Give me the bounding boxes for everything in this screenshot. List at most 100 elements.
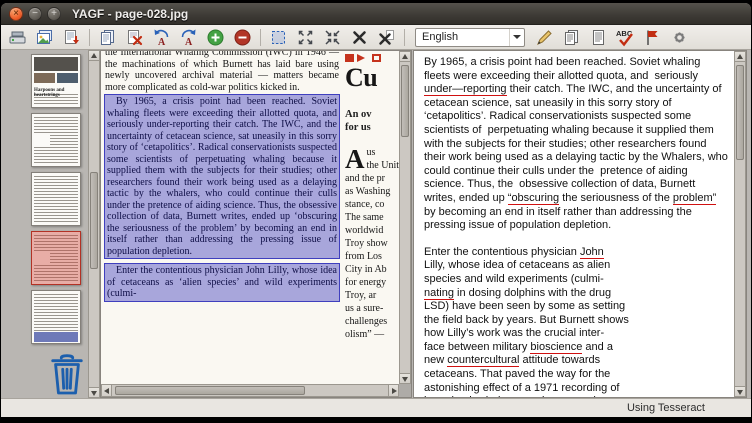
statusbar: Using Tesseract: [1, 398, 751, 417]
misspelled-word[interactable]: “obscuring: [508, 192, 559, 205]
settings-button[interactable]: [667, 26, 692, 49]
scan-body-text: A usthe Unitand the pras Washingstance, …: [345, 146, 399, 341]
select-region-icon: [269, 28, 288, 47]
ocr-engine-status: Using Tesseract: [627, 402, 705, 414]
misspelled-word[interactable]: countercultural: [447, 354, 519, 367]
minimize-icon: −: [32, 8, 38, 20]
thumbnail-list: Harpoons and heartstrings: [31, 54, 81, 344]
page-thumbnail-selected[interactable]: [31, 231, 81, 285]
scan-viewport: the International Whaling Commission (IW…: [100, 50, 412, 398]
delete-block-button[interactable]: [347, 26, 372, 49]
ocr-paragraph: Enter the contentious physician John Lil…: [424, 246, 728, 397]
select-all-blocks-button[interactable]: [293, 26, 318, 49]
scrollbar-thumb[interactable]: [115, 386, 305, 395]
open-documents-button[interactable]: [95, 26, 120, 49]
scan-horizontal-scrollbar[interactable]: [101, 384, 399, 397]
scan-text-line: stance, co: [345, 198, 399, 211]
recognize-button[interactable]: [532, 26, 557, 49]
rotate-left-button[interactable]: A: [149, 26, 174, 49]
svg-text:A: A: [158, 37, 166, 47]
spellcheck-button[interactable]: ABC: [613, 26, 638, 49]
scan-text-line: Troy, ar: [345, 289, 399, 302]
delete-page-trash-button[interactable]: [47, 351, 87, 397]
arrow-down-icon: [402, 377, 408, 385]
scan-text-line: The same: [345, 211, 399, 224]
scan-text-line: Troy show: [345, 237, 399, 250]
page-thumbnail[interactable]: [31, 290, 81, 344]
scroll-up-button[interactable]: [88, 50, 100, 61]
recognize-all-button[interactable]: [559, 26, 584, 49]
close-document-button[interactable]: [122, 26, 147, 49]
zoom-in-button[interactable]: [203, 26, 228, 49]
spellcheck-icon: ABC: [615, 28, 636, 47]
scan-text-line: worldwid: [345, 224, 399, 237]
thumbnail-caption: Harpoons and heartstrings: [34, 88, 78, 98]
scrollbar-thumb[interactable]: [90, 172, 98, 269]
scroll-left-button[interactable]: [101, 384, 112, 397]
select-region-button[interactable]: [266, 26, 291, 49]
scan-article-heading: Cu: [345, 65, 399, 91]
save-text-button[interactable]: [59, 26, 84, 49]
thumbnail-scrollbar[interactable]: [88, 50, 100, 398]
window-title: YAGF - page-028.jpg: [72, 7, 188, 21]
page-icon: [589, 28, 608, 47]
zoom-out-button[interactable]: [230, 26, 255, 49]
gear-icon: [670, 28, 689, 47]
arrow-left-icon: [101, 388, 109, 394]
scan-text-line: City in Ab: [345, 263, 399, 276]
scan-intro-text: the International Whaling Commission (IW…: [105, 51, 339, 93]
svg-text:A: A: [185, 37, 193, 47]
close-button[interactable]: ×: [9, 7, 23, 21]
shrink-blocks-button[interactable]: [320, 26, 345, 49]
language-select[interactable]: English: [415, 28, 525, 47]
misspelled-word[interactable]: problem”: [673, 192, 716, 205]
minimize-button[interactable]: −: [28, 7, 42, 21]
trash-icon: [48, 351, 86, 397]
page-thumbnail[interactable]: [31, 172, 81, 226]
close-icon: ×: [13, 8, 19, 20]
mark-text-button[interactable]: [640, 26, 665, 49]
delete-all-blocks-button[interactable]: [374, 26, 399, 49]
scan-column-left: the International Whaling Commission (IW…: [105, 51, 339, 301]
pages-icon: [562, 28, 581, 47]
misspelled-word[interactable]: John: [580, 246, 604, 259]
scanned-page-image[interactable]: the International Whaling Commission (IW…: [101, 51, 399, 384]
ocr-text-editor[interactable]: By 1965, a crisis point had been reached…: [414, 51, 734, 397]
ocr-scrollbar[interactable]: [734, 51, 746, 397]
scan-vertical-scrollbar[interactable]: [399, 51, 411, 384]
scroll-down-button[interactable]: [399, 373, 411, 384]
scroll-down-button[interactable]: [88, 387, 100, 398]
copy-text-button[interactable]: [586, 26, 611, 49]
titlebar[interactable]: × − + YAGF - page-028.jpg: [1, 3, 751, 25]
scroll-down-button[interactable]: [734, 386, 746, 397]
page-thumbnail[interactable]: [31, 113, 81, 167]
open-image-button[interactable]: [32, 26, 57, 49]
scroll-right-button[interactable]: [388, 384, 399, 397]
scan-button[interactable]: [5, 26, 30, 49]
scan-text-line: from Los: [345, 250, 399, 263]
ocr-selection-block[interactable]: By 1965, a crisis point had been reached…: [105, 95, 339, 258]
page-thumbnail[interactable]: Harpoons and heartstrings: [31, 54, 81, 108]
documents-icon: [98, 28, 117, 47]
misspelled-word[interactable]: under—reporting: [424, 83, 507, 96]
scan-text-line: for energy: [345, 276, 399, 289]
save-icon: [62, 28, 81, 47]
maximize-button[interactable]: +: [47, 7, 61, 21]
scroll-up-button[interactable]: [734, 51, 746, 62]
misspelled-word[interactable]: nating: [424, 287, 454, 300]
scroll-up-button[interactable]: [399, 51, 411, 62]
arrow-down-icon: [737, 390, 743, 398]
scrollbar-thumb[interactable]: [401, 65, 409, 137]
scan-standfirst: An ov for us: [345, 108, 399, 134]
rotate-right-button[interactable]: A: [176, 26, 201, 49]
scrollbar-thumb[interactable]: [736, 65, 744, 160]
chevron-down-icon[interactable]: [509, 29, 524, 46]
scan-column-right: Cu An ov for us A usthe Unitand the pras…: [345, 51, 399, 341]
arrow-up-icon: [402, 51, 408, 59]
arrow-up-icon: [91, 50, 97, 58]
ocr-selection-block[interactable]: Enter the contentious physician John Lil…: [105, 264, 339, 301]
language-select-value: English: [422, 31, 458, 43]
misspelled-word[interactable]: bioscience: [530, 341, 582, 354]
delete-all-blocks-icon: [377, 28, 396, 47]
yagf-window: × − + YAGF - page-028.jpg A A English AB…: [1, 3, 751, 417]
